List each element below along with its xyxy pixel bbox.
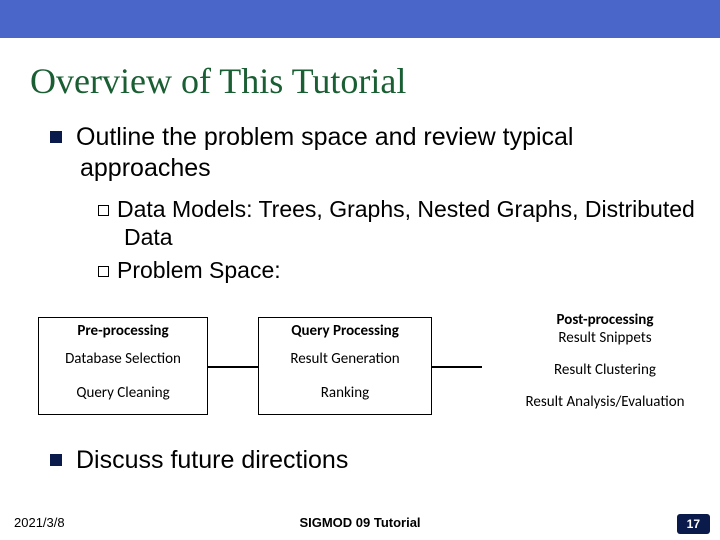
box-item: Result Generation: [259, 350, 431, 368]
square-bullet-icon: [50, 131, 62, 143]
bullet-level2: Data Models: Trees, Graphs, Nested Graph…: [124, 195, 700, 253]
hollow-square-bullet-icon: [98, 205, 109, 216]
bullet-level1: Outline the problem space and review typ…: [80, 122, 700, 185]
square-bullet-icon: [50, 454, 62, 466]
connector-line: [208, 366, 258, 368]
bullet-text: Discuss future directions: [76, 446, 348, 474]
preprocessing-box: Pre-processing Database Selection Query …: [38, 317, 208, 415]
top-bar: [0, 0, 720, 38]
box-heading: Pre-processing: [39, 322, 207, 340]
slide: Overview of This Tutorial Outline the pr…: [0, 0, 720, 540]
sub-bullet-text: Problem Space:: [117, 257, 281, 283]
page-number: 17: [677, 514, 710, 534]
body-content: Outline the problem space and review typ…: [50, 122, 700, 289]
bullet-level2: Problem Space:: [124, 256, 700, 285]
query-processing-box: Query Processing Result Generation Ranki…: [258, 317, 432, 415]
box-item: Database Selection: [39, 350, 207, 368]
bullet-text: Outline the problem space and review typ…: [76, 123, 574, 182]
post-item: Result Snippets: [490, 329, 720, 347]
box-heading: Query Processing: [259, 322, 431, 340]
bullet-level1: Discuss future directions: [80, 445, 700, 476]
box-item: Query Cleaning: [39, 384, 207, 402]
sub-bullet-text: Data Models: Trees, Graphs, Nested Graph…: [117, 196, 695, 251]
sub-bullet-group: Data Models: Trees, Graphs, Nested Graph…: [98, 195, 700, 285]
post-item: Result Clustering: [490, 361, 720, 379]
hollow-square-bullet-icon: [98, 266, 109, 277]
box-item: Ranking: [259, 384, 431, 402]
body-content-2: Discuss future directions: [50, 445, 700, 486]
connector-line: [432, 366, 482, 368]
postprocessing-column: Post-processing Result Snippets Result C…: [490, 311, 720, 425]
post-heading: Post-processing: [490, 311, 720, 329]
slide-title: Overview of This Tutorial: [30, 60, 406, 102]
footer-center: SIGMOD 09 Tutorial: [0, 515, 720, 530]
post-item: Result Analysis/Evaluation: [490, 393, 720, 411]
problem-space-diagram: Pre-processing Database Selection Query …: [30, 317, 710, 437]
